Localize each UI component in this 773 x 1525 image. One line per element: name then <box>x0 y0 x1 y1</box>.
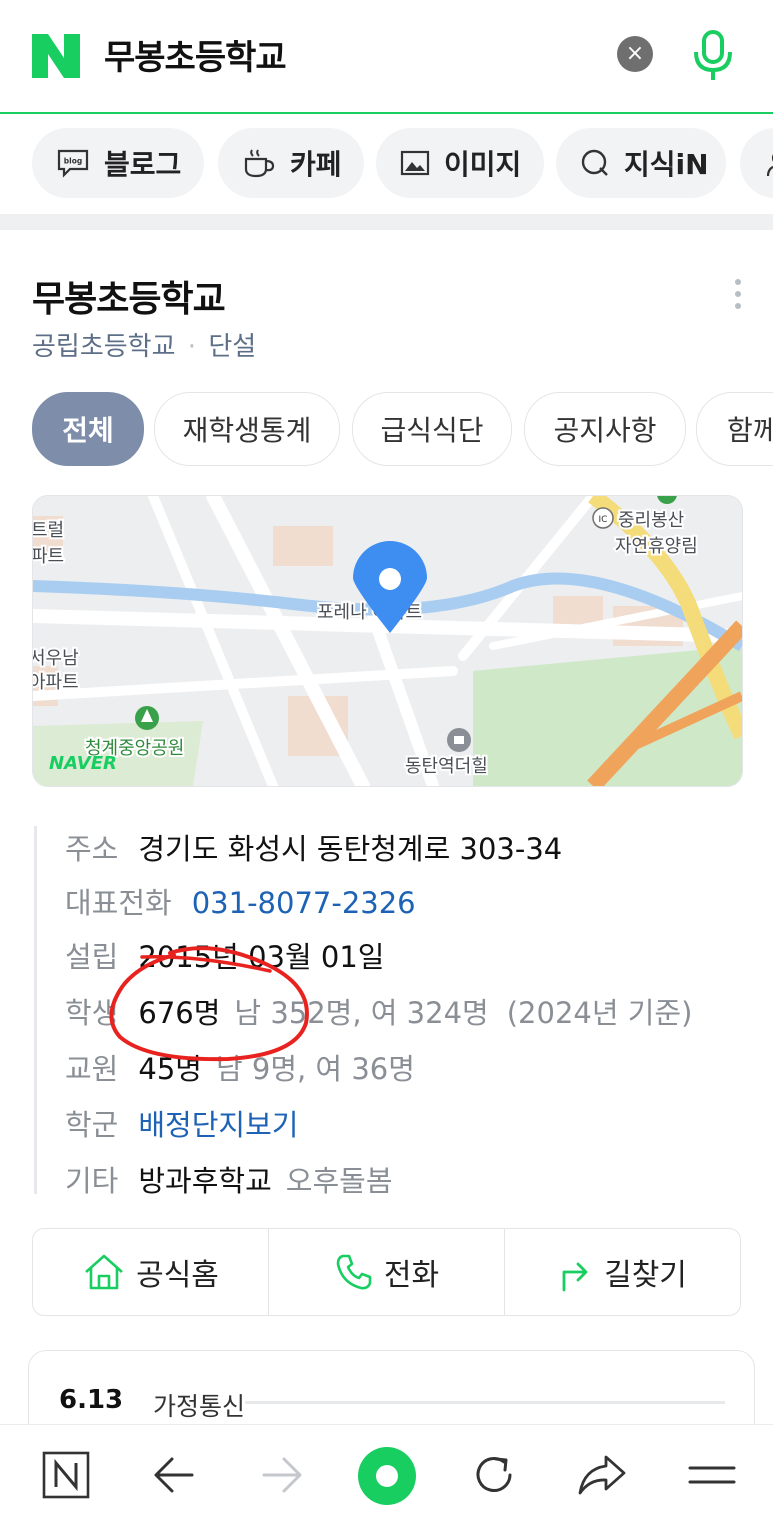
tab-notices[interactable]: 공지사항 <box>524 392 686 466</box>
naver-home-icon[interactable] <box>38 1447 94 1503</box>
search-header: 무봉초등학교 × <box>0 0 773 114</box>
news-loading-line <box>245 1401 725 1404</box>
homepage-button[interactable]: 공식홈 <box>33 1229 268 1315</box>
tab-student-stats[interactable]: 재학생통계 <box>154 392 340 466</box>
search-query-input[interactable]: 무봉초등학교 <box>104 30 287 79</box>
school-type: 공립초등학교 <box>32 332 176 362</box>
district-label: 학군 <box>65 1108 119 1142</box>
map-label-left-mid-2: 아파트 <box>33 672 79 693</box>
tab-meal-menu[interactable]: 급식식단 <box>352 392 512 466</box>
menu-icon[interactable] <box>684 1447 740 1503</box>
etc-sub: 오후돌봄 <box>285 1164 393 1198</box>
chip-label: 지식iN <box>624 148 709 181</box>
map-label-left-top-2: 파트 <box>33 546 64 567</box>
action-buttons: 공식홈 전화 길찾기 <box>32 1228 741 1316</box>
forward-arrow-icon[interactable] <box>254 1447 310 1503</box>
phone-icon <box>336 1254 372 1290</box>
knowledge-icon <box>581 149 608 176</box>
students-basis: (2024년 기준) <box>506 996 693 1030</box>
etc-label: 기타 <box>65 1164 119 1198</box>
blog-icon: blog <box>57 149 89 178</box>
directions-icon <box>562 1262 588 1292</box>
cafe-icon <box>244 149 275 178</box>
naver-map-logo: NAVER <box>49 753 117 774</box>
refresh-icon[interactable] <box>466 1447 522 1503</box>
clear-search-button[interactable]: × <box>617 36 653 72</box>
tab-all[interactable]: 전체 <box>32 392 144 466</box>
green-dot-icon[interactable] <box>356 1445 418 1507</box>
place-title[interactable]: 무봉초등학교 <box>32 270 226 322</box>
map-label-forest-1: 중리봉산 <box>618 510 684 531</box>
chip-image[interactable]: 이미지 <box>376 128 544 198</box>
chip-label: 이미지 <box>444 148 522 181</box>
etc-value: 방과후학교 <box>138 1164 272 1198</box>
place-tabs: 전체 재학생통계 급식식단 공지사항 함께 <box>0 392 773 468</box>
person-icon <box>766 154 773 177</box>
naver-logo-icon[interactable] <box>32 34 80 78</box>
tab-together[interactable]: 함께 <box>696 392 773 466</box>
chip-more[interactable] <box>740 128 773 198</box>
annotation-circle <box>109 946 309 1062</box>
more-options-icon[interactable] <box>728 276 748 312</box>
action-label: 공식홈 <box>136 1258 219 1293</box>
school-status: 단설 <box>208 332 257 362</box>
chip-cafe[interactable]: 카페 <box>218 128 364 198</box>
image-icon <box>400 150 430 176</box>
map-label-left-mid-1: 서우남 <box>33 648 79 669</box>
back-arrow-icon[interactable] <box>146 1447 202 1503</box>
category-chips: blog 블로그 카페 이미지 지식iN <box>0 114 773 214</box>
map-label-dongtan: 동탄역더힐 <box>405 756 488 777</box>
news-title: 가정통신 <box>153 1392 246 1421</box>
map-label-left-top-1: 트럴 <box>33 520 64 541</box>
action-label: 길찾기 <box>604 1258 687 1293</box>
chip-blog[interactable]: blog 블로그 <box>32 128 204 198</box>
chip-label: 블로그 <box>104 148 182 181</box>
news-date: 6.13 <box>59 1385 124 1415</box>
info-address: 주소 경기도 화성시 동탄청계로 303-34 <box>65 826 562 868</box>
info-phone: 대표전화 031-8077-2326 <box>65 880 416 922</box>
info-etc: 기타 방과후학교 오후돌봄 <box>65 1158 393 1200</box>
section-divider <box>0 214 773 230</box>
svg-text:blog: blog <box>64 157 82 166</box>
ic-label: IC <box>599 515 608 525</box>
map-graphic: 포레나 아파트 중리봉산 자연휴양림 트럴 파트 서우남 아파트 동탄역더힐 청… <box>33 496 742 786</box>
address-label: 주소 <box>65 832 119 866</box>
address-value[interactable]: 경기도 화성시 동탄청계로 303-34 <box>138 832 562 866</box>
chip-knowledge-in[interactable]: 지식iN <box>556 128 726 198</box>
place-subtitle: 공립초등학교 · 단설 <box>32 326 256 363</box>
map-label-forest-2: 자연휴양림 <box>615 536 698 557</box>
chip-label: 카페 <box>290 148 342 181</box>
phone-link[interactable]: 031-8077-2326 <box>192 886 416 920</box>
home-icon <box>85 1254 123 1290</box>
phone-label: 대표전화 <box>65 886 172 920</box>
browser-bottom-bar <box>0 1424 773 1525</box>
call-button[interactable]: 전화 <box>268 1229 504 1315</box>
district-link[interactable]: 배정단지보기 <box>138 1108 298 1142</box>
subtitle-separator: · <box>187 332 197 362</box>
action-label: 전화 <box>383 1258 440 1293</box>
directions-button[interactable]: 길찾기 <box>504 1229 740 1315</box>
microphone-icon[interactable] <box>690 28 736 84</box>
share-icon[interactable] <box>574 1447 630 1503</box>
location-map[interactable]: 포레나 아파트 중리봉산 자연휴양림 트럴 파트 서우남 아파트 동탄역더힐 청… <box>32 495 743 787</box>
info-district: 학군 배정단지보기 <box>65 1102 298 1144</box>
